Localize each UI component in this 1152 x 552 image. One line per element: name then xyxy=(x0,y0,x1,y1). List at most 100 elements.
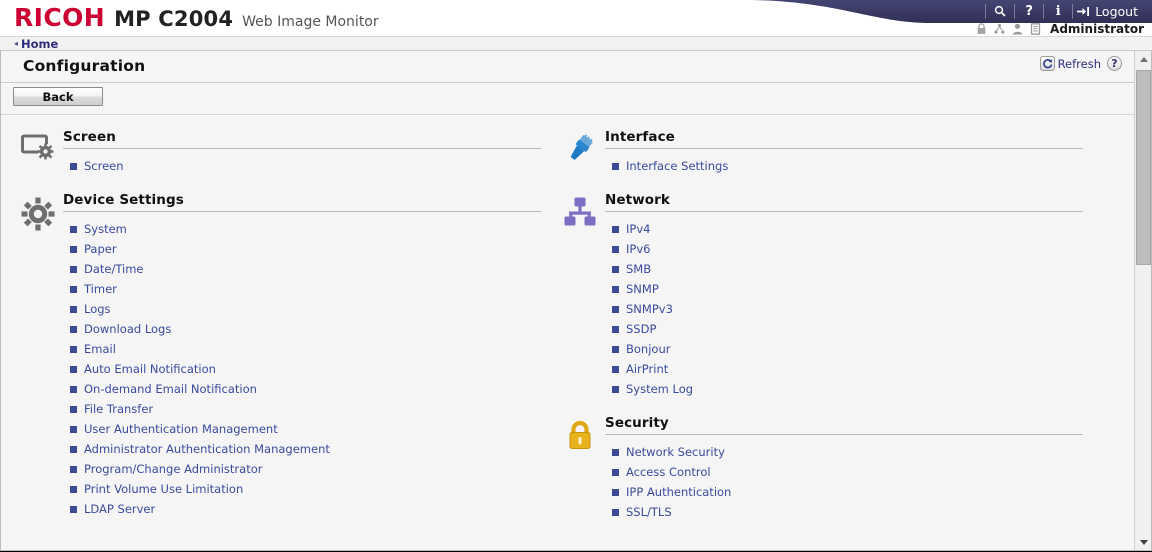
link-print-volume-use-limitation[interactable]: Print Volume Use Limitation xyxy=(63,479,541,499)
link-system[interactable]: System xyxy=(63,219,541,239)
back-button[interactable]: Back xyxy=(13,87,103,106)
bullet-icon xyxy=(612,386,619,393)
bullet-icon xyxy=(612,366,619,373)
link-label: SMB xyxy=(626,262,651,276)
link-airprint[interactable]: AirPrint xyxy=(605,359,1083,379)
user-status-bar: Administrator xyxy=(976,21,1144,36)
link-administrator-authentication-management[interactable]: Administrator Authentication Management xyxy=(63,439,541,459)
bullet-icon xyxy=(70,246,77,253)
link-label: SSDP xyxy=(626,322,656,336)
link-access-control[interactable]: Access Control xyxy=(605,462,1083,482)
link-network-security[interactable]: Network Security xyxy=(605,442,1083,462)
section-link-list: System Paper Date/Time Timer Logs Downlo… xyxy=(63,212,541,519)
link-label: Email xyxy=(84,342,116,356)
link-auto-email-notification[interactable]: Auto Email Notification xyxy=(63,359,541,379)
bullet-icon xyxy=(70,446,77,453)
page-toolbar: Back xyxy=(1,83,1151,115)
section-network-body: Network IPv4 IPv6 SMB SNMP SNMPv3 SSDP B… xyxy=(605,192,1083,399)
link-label: Print Volume Use Limitation xyxy=(84,482,243,496)
logout-label: Logout xyxy=(1095,4,1138,19)
link-label: AirPrint xyxy=(626,362,668,376)
link-label: Download Logs xyxy=(84,322,171,336)
section-link-list: Screen xyxy=(63,149,541,176)
link-label: Network Security xyxy=(626,445,725,459)
link-date-time[interactable]: Date/Time xyxy=(63,259,541,279)
link-label: System Log xyxy=(626,382,693,396)
link-logs[interactable]: Logs xyxy=(63,299,541,319)
gear-icon xyxy=(13,192,63,519)
bullet-icon xyxy=(70,506,77,513)
bullet-icon xyxy=(70,386,77,393)
toolbar-divider xyxy=(1043,4,1044,19)
section-interface-body: Interface Interface Settings xyxy=(605,129,1083,176)
current-user-label: Administrator xyxy=(1050,22,1144,36)
brand-name: RICOH xyxy=(14,3,105,32)
page-help-icon[interactable]: ? xyxy=(1107,56,1122,71)
link-snmp[interactable]: SNMP xyxy=(605,279,1083,299)
link-program-change-administrator[interactable]: Program/Change Administrator xyxy=(63,459,541,479)
link-download-logs[interactable]: Download Logs xyxy=(63,319,541,339)
bullet-icon xyxy=(612,326,619,333)
scrollbar-thumb[interactable] xyxy=(1136,70,1151,265)
link-user-authentication-management[interactable]: User Authentication Management xyxy=(63,419,541,439)
scrollbar-up-button[interactable] xyxy=(1135,51,1152,68)
search-icon[interactable] xyxy=(987,1,1013,21)
link-file-transfer[interactable]: File Transfer xyxy=(63,399,541,419)
link-ipv4[interactable]: IPv4 xyxy=(605,219,1083,239)
page-title: Configuration xyxy=(23,57,145,75)
link-ldap-server[interactable]: LDAP Server xyxy=(63,499,541,519)
link-snmpv3[interactable]: SNMPv3 xyxy=(605,299,1083,319)
section-title: Interface xyxy=(605,129,1083,149)
section-title: Security xyxy=(605,415,1083,435)
bullet-icon xyxy=(70,163,77,170)
breadcrumb-home-link[interactable]: Home xyxy=(21,37,58,51)
link-bonjour[interactable]: Bonjour xyxy=(605,339,1083,359)
content-frame: Configuration Refresh ? Back xyxy=(0,51,1152,551)
link-ipp-authentication[interactable]: IPP Authentication xyxy=(605,482,1083,502)
link-paper[interactable]: Paper xyxy=(63,239,541,259)
vertical-scrollbar[interactable] xyxy=(1134,51,1151,551)
link-label: Paper xyxy=(84,242,117,256)
bullet-icon xyxy=(612,509,619,516)
link-ipv6[interactable]: IPv6 xyxy=(605,239,1083,259)
link-screen[interactable]: Screen xyxy=(63,156,541,176)
help-icon[interactable]: ? xyxy=(1016,1,1042,21)
section-link-list: Interface Settings xyxy=(605,149,1083,176)
section-security-body: Security Network Security Access Control… xyxy=(605,415,1083,522)
link-on-demand-email-notification[interactable]: On-demand Email Notification xyxy=(63,379,541,399)
scrollbar-down-button[interactable] xyxy=(1135,534,1152,551)
link-interface-settings[interactable]: Interface Settings xyxy=(605,156,1083,176)
bullet-icon xyxy=(612,306,619,313)
info-icon[interactable]: i xyxy=(1045,1,1071,21)
link-label: Timer xyxy=(84,282,117,296)
bullet-icon xyxy=(612,286,619,293)
configuration-right-column: Interface Interface Settings xyxy=(555,129,1083,526)
link-system-log[interactable]: System Log xyxy=(605,379,1083,399)
screen-settings-icon xyxy=(13,129,63,176)
bullet-icon xyxy=(70,266,77,273)
link-ssdp[interactable]: SSDP xyxy=(605,319,1083,339)
logout-button[interactable]: Logout xyxy=(1074,1,1146,21)
page-header: Configuration Refresh ? xyxy=(1,51,1151,83)
link-label: On-demand Email Notification xyxy=(84,382,257,396)
lock-icon xyxy=(976,23,987,35)
link-label: SNMP xyxy=(626,282,659,296)
network-cable-icon xyxy=(555,129,605,176)
section-spacer xyxy=(555,403,1083,415)
refresh-label: Refresh xyxy=(1058,57,1101,71)
link-label: SSL/TLS xyxy=(626,505,672,519)
brand-lockup: RICOH MP C2004 Web Image Monitor xyxy=(14,3,379,32)
bullet-icon xyxy=(70,466,77,473)
link-email[interactable]: Email xyxy=(63,339,541,359)
link-label: IPv4 xyxy=(626,222,650,236)
section-interface: Interface Interface Settings xyxy=(555,129,1083,176)
bullet-icon xyxy=(70,346,77,353)
link-timer[interactable]: Timer xyxy=(63,279,541,299)
refresh-button[interactable]: Refresh xyxy=(1040,56,1101,71)
link-smb[interactable]: SMB xyxy=(605,259,1083,279)
bullet-icon xyxy=(612,163,619,170)
link-ssl-tls[interactable]: SSL/TLS xyxy=(605,502,1083,522)
toolbar-divider xyxy=(1014,4,1015,19)
network-icon xyxy=(994,23,1005,35)
network-nodes-icon xyxy=(555,192,605,399)
